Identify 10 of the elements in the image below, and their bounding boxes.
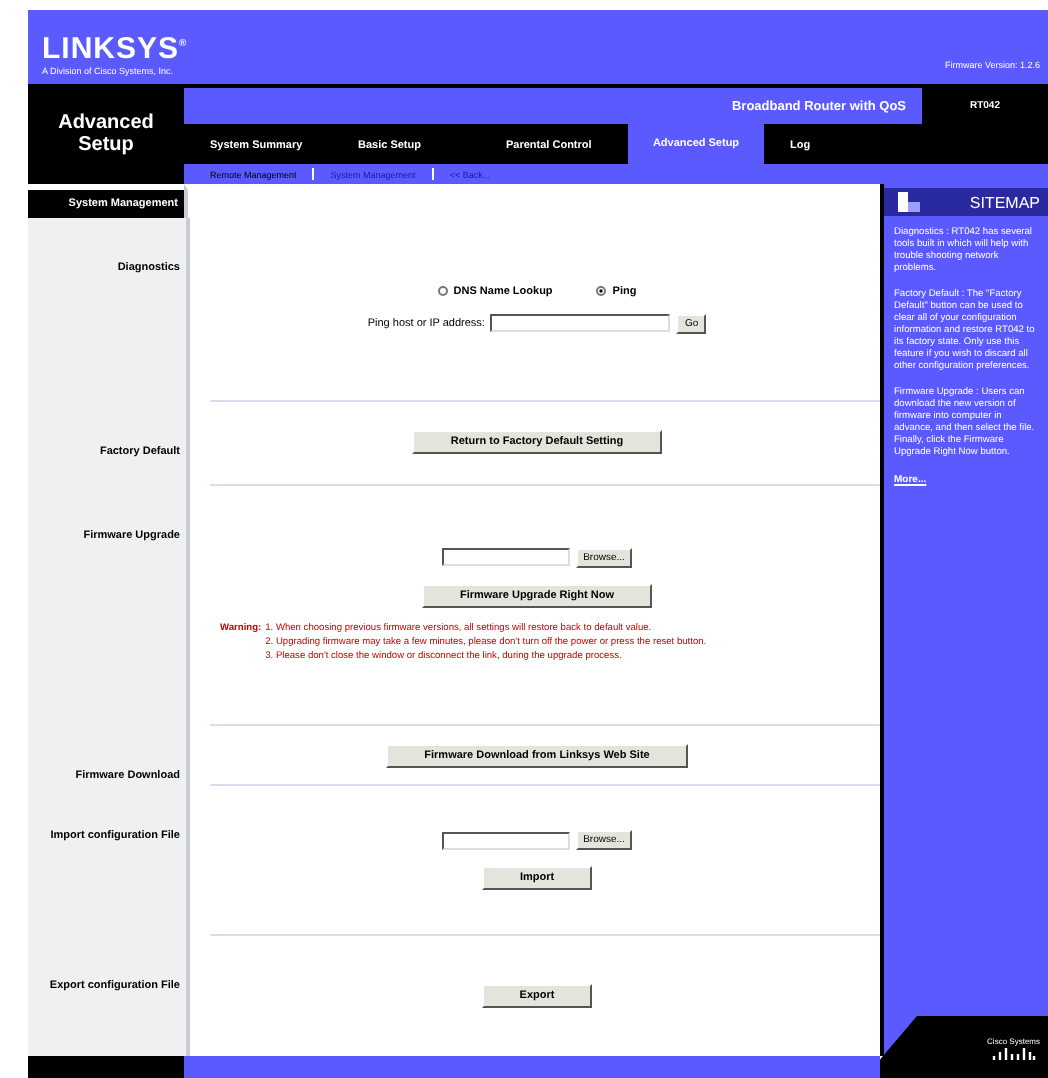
sitemap-icon bbox=[896, 190, 924, 214]
page-title: Advanced Setup bbox=[56, 110, 156, 160]
radio-icon[interactable] bbox=[437, 286, 448, 297]
sitemap-title: SITEMAP bbox=[969, 193, 1040, 211]
radio-icon[interactable] bbox=[596, 286, 607, 297]
file-input-field[interactable] bbox=[441, 548, 570, 567]
file-input-field[interactable] bbox=[441, 831, 570, 850]
bridge-logo-icon bbox=[991, 1045, 1036, 1059]
brand-logo: LINKSYS$^{®}$ bbox=[42, 30, 188, 64]
host-input-field[interactable] bbox=[490, 314, 671, 333]
